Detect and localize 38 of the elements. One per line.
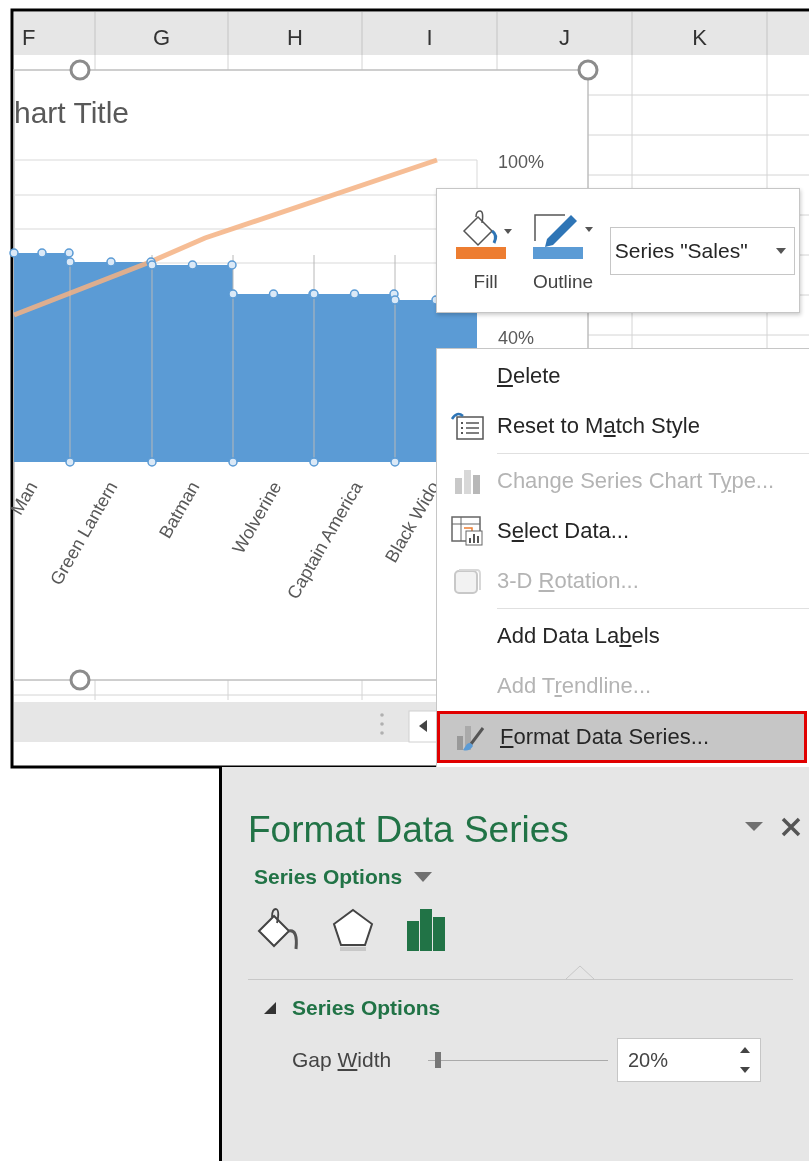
gap-width-field[interactable]: 20%	[617, 1038, 761, 1082]
column-header[interactable]: G	[152, 25, 171, 50]
resize-handle[interactable]	[577, 59, 599, 81]
series-options-dropdown[interactable]: Series Options	[254, 865, 433, 889]
collapse-icon	[262, 1000, 278, 1016]
series-dropdown[interactable]: Series "Sales"	[609, 226, 795, 275]
menu-item[interactable]: Add Data Labels	[437, 611, 809, 661]
resize-handle[interactable]	[69, 669, 91, 691]
column-header[interactable]: I	[426, 25, 433, 50]
caret-icon	[414, 871, 433, 883]
slider-thumb[interactable]	[435, 1052, 442, 1068]
pentagon-icon	[330, 907, 376, 953]
table-chart-icon	[450, 515, 484, 547]
close-icon[interactable]	[781, 817, 801, 837]
spinner-arrows-icon[interactable]	[739, 1045, 751, 1075]
caret-icon	[776, 247, 786, 254]
cube-icon	[452, 566, 482, 596]
column-header[interactable]: H	[287, 25, 303, 50]
effects-tab[interactable]	[330, 907, 376, 953]
section-header[interactable]: Series Options	[262, 996, 441, 1020]
outline-button[interactable]: Outline	[526, 208, 600, 293]
gap-width-label: Gap Width	[292, 1048, 393, 1072]
list-icon	[449, 411, 485, 441]
column-header[interactable]: F	[22, 25, 36, 50]
column-header[interactable]: J	[559, 25, 570, 50]
menu-item[interactable]: Delete	[437, 351, 809, 401]
dropdown-icon[interactable]	[745, 822, 763, 832]
resize-handle[interactable]	[69, 59, 91, 81]
axis-label: 40%	[498, 328, 535, 348]
line-series[interactable]	[13, 157, 438, 318]
chart-title: hart Title	[14, 96, 130, 129]
menu-item[interactable]: Select Data...	[437, 506, 809, 556]
column-header[interactable]: K	[692, 25, 707, 50]
menu-item[interactable]: Format Data Series...	[437, 711, 807, 763]
fill-button[interactable]: Fill	[449, 208, 523, 293]
axis-label: 100%	[498, 152, 545, 172]
menu-item[interactable]: Reset to Match Style	[437, 401, 809, 451]
pane-title: Format Data Series	[248, 809, 569, 851]
